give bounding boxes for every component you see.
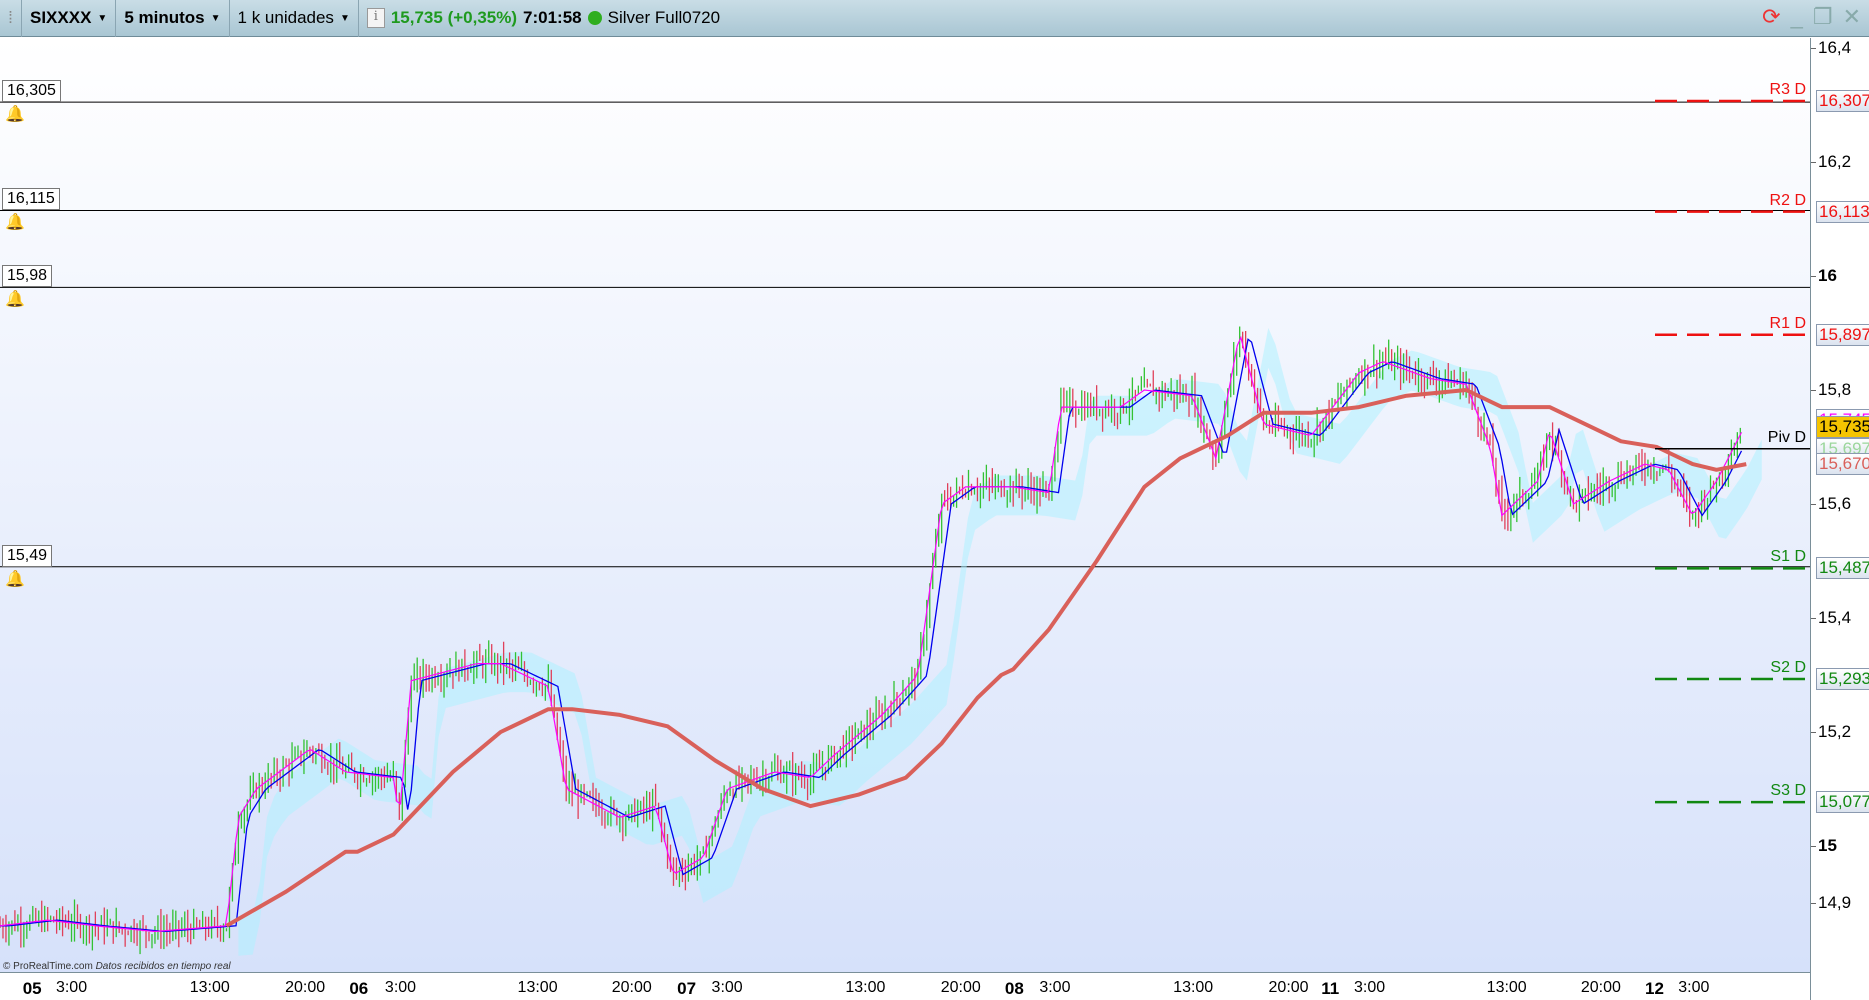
pivot-price-label: 16,113 — [1816, 200, 1869, 223]
y-tick-label: 14,9 — [1810, 893, 1852, 912]
y-tick-label: 15,6 — [1810, 494, 1852, 513]
x-tick-label: 07 — [677, 979, 697, 998]
x-tick-label: 06 — [349, 979, 369, 998]
x-tick-label: 20:00 — [1580, 979, 1621, 996]
x-tick-label: 3:00 — [1039, 979, 1071, 996]
alert-price-label[interactable]: 16,115 — [2, 188, 60, 211]
price-marker-label: 15,670 — [1816, 453, 1869, 476]
alert-price-label[interactable]: 15,98 — [2, 265, 53, 288]
x-tick-label: 20:00 — [285, 979, 326, 996]
x-tick-label: 3:00 — [1354, 979, 1386, 996]
chart-plot-area[interactable]: 16,305 🔔 16,115 🔔 15,98 🔔 15,49 🔔 © ProRealTime… — [0, 38, 1810, 972]
x-tick-label: 20:00 — [940, 979, 981, 996]
pivot-price-label: 16,307 — [1816, 90, 1869, 112]
timeframe-selector[interactable]: 5 minutos ▼ — [116, 0, 230, 37]
time-axis[interactable]: 05 3:00 13:00 20:00 06 3:00 13:00 20:00 07 3:00 13… — [0, 972, 1810, 1000]
pivot-price-label: 15,487 — [1816, 557, 1869, 580]
y-tick-label: 16 — [1811, 266, 1837, 285]
y-tick-label: 16,4 — [1810, 38, 1852, 57]
drag-handle[interactable]: ⁞ — [0, 0, 22, 37]
units-label: 1 k unidades — [237, 8, 334, 27]
restore-icon[interactable]: ❐ — [1813, 4, 1833, 30]
close-icon[interactable]: ✕ — [1843, 4, 1861, 30]
pivot-level-name: S3 D — [1770, 782, 1806, 800]
x-tick-label: 13:00 — [517, 979, 558, 996]
x-tick-label: 13:00 — [845, 979, 886, 996]
pivot-price-label: 15,077 — [1816, 791, 1869, 814]
price-marker-label: 15,735 — [1816, 416, 1869, 439]
chart-toolbar: ⁞ SIXXXX ▼ 5 minutos ▼ 1 k unidades ▼ i 15,… — [0, 0, 1869, 37]
pivot-level-name: R1 D — [1769, 314, 1806, 332]
y-tick-label: 15 — [1811, 836, 1837, 855]
last-price: 15,735 (+0,35%) — [390, 8, 518, 27]
refresh-icon[interactable]: ⟳ — [1762, 4, 1780, 30]
x-tick-label: 13:00 — [1173, 979, 1214, 996]
x-tick-label: 13:00 — [189, 979, 230, 996]
bell-icon[interactable]: 🔔 — [5, 290, 25, 310]
units-selector[interactable]: 1 k unidades ▼ — [230, 0, 359, 37]
chevron-down-icon: ▼ — [97, 12, 108, 24]
status-dot-icon — [587, 11, 602, 25]
x-tick-label: 3:00 — [384, 979, 417, 996]
y-tick-label: 15,4 — [1810, 608, 1852, 627]
pivot-level-name: S1 D — [1770, 548, 1806, 566]
fast-line — [0, 335, 1743, 932]
minimize-icon[interactable]: _ — [1791, 4, 1803, 30]
x-tick-label: 05 — [22, 979, 42, 998]
x-tick-label: 11 — [1321, 979, 1340, 998]
bell-icon[interactable]: 🔔 — [5, 105, 25, 125]
y-tick-label: 15,2 — [1810, 722, 1852, 741]
pivot-price-label: 15,897 — [1816, 323, 1869, 346]
y-tick-label: 16,2 — [1810, 152, 1852, 171]
bell-icon[interactable]: 🔔 — [5, 213, 25, 233]
symbol-selector[interactable]: SIXXXX ▼ — [22, 0, 117, 37]
timeframe-label: 5 minutos — [124, 8, 205, 27]
pivot-price-label: 15,293 — [1816, 667, 1869, 690]
chevron-down-icon: ▼ — [339, 12, 350, 24]
y-tick-label: 15,8 — [1810, 380, 1852, 399]
ichimoku-cloud — [238, 327, 1762, 956]
x-tick-label: 08 — [1004, 979, 1024, 998]
x-tick-label: 20:00 — [1268, 979, 1309, 996]
pivot-level-name: Piv D — [1767, 428, 1806, 446]
x-tick-label: 20:00 — [611, 979, 652, 996]
x-tick-label: 3:00 — [55, 979, 88, 996]
slow-line — [0, 338, 1743, 933]
alert-price-label[interactable]: 16,305 — [2, 80, 61, 103]
alert-price-label[interactable]: 15,49 — [2, 544, 53, 567]
x-tick-label: 3:00 — [711, 979, 743, 996]
x-tick-label: 12 — [1645, 979, 1664, 998]
bell-icon[interactable]: 🔔 — [5, 570, 25, 590]
info-icon[interactable]: i — [366, 8, 385, 28]
x-tick-label: 3:00 — [1678, 979, 1710, 996]
pivot-level-name: S2 D — [1770, 658, 1806, 676]
symbol-label: SIXXXX — [30, 8, 92, 27]
copyright-note: © ProRealTime.com Datos recibidos en tie… — [3, 961, 231, 972]
last-time: 7:01:58 — [523, 8, 582, 27]
pivot-level-name: R2 D — [1769, 191, 1806, 209]
price-chart — [0, 99, 1810, 956]
pivot-level-name: R3 D — [1769, 81, 1806, 98]
chevron-down-icon: ▼ — [210, 12, 221, 24]
feed-name: Silver Full0720 — [607, 8, 721, 27]
price-axis[interactable]: 16,4 16,2 16 15,8 15,6 15,4 15,2 15 14,9 16,307 16… — [1810, 38, 1869, 1000]
x-tick-label: 13:00 — [1486, 979, 1527, 996]
